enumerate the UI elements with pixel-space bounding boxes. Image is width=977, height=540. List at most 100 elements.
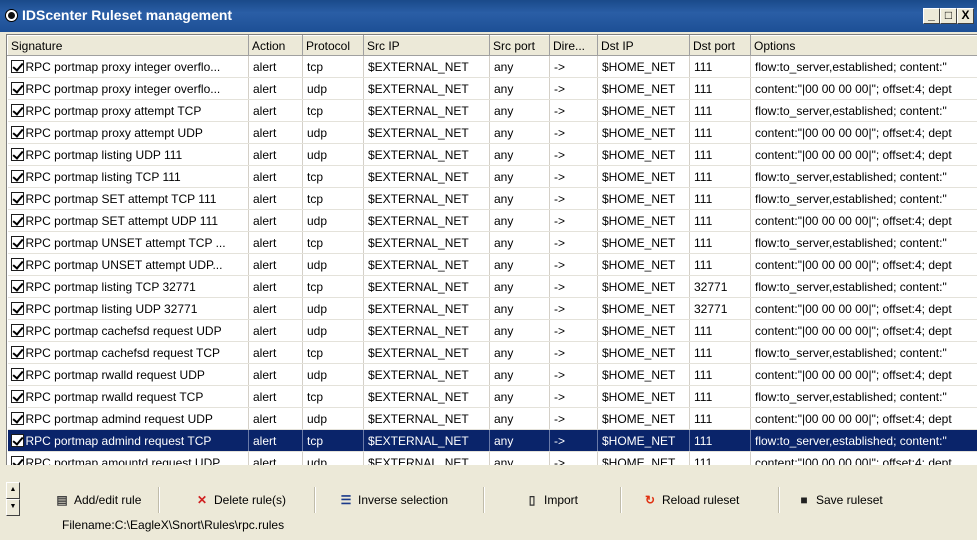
column-header[interactable]: Action — [248, 35, 303, 56]
reload-ruleset-label: Reload ruleset — [662, 493, 740, 507]
rule-enabled-checkbox[interactable] — [10, 367, 24, 381]
table-cell: 111 — [689, 209, 751, 232]
table-cell: $HOME_NET — [597, 275, 690, 298]
table-cell: -> — [549, 143, 598, 166]
table-row[interactable]: RPC portmap proxy attempt UDP alert udp $EX… — [7, 121, 977, 144]
table-row[interactable]: RPC portmap rwalld request UDP alert udp $E… — [7, 363, 977, 386]
table-cell: -> — [549, 55, 598, 78]
ruleset-table[interactable]: Signature Action Protocol Src IP Src port Dir… — [6, 34, 977, 465]
table-cell: flow:to_server,established; content:" — [750, 55, 977, 78]
table-cell: alert — [248, 451, 303, 465]
table-row[interactable]: RPC portmap cachefsd request TCP alert tcp… — [7, 341, 977, 364]
table-cell: udp — [302, 253, 364, 276]
column-header[interactable]: Options — [750, 35, 977, 56]
table-cell: -> — [549, 451, 598, 465]
add-edit-rule-button[interactable]: ▤ Add/edit rule — [54, 490, 141, 510]
table-cell: flow:to_server,established; content:" — [750, 231, 977, 254]
rule-enabled-checkbox[interactable] — [10, 455, 24, 465]
table-row[interactable]: RPC portmap SET attempt UDP 111 alert udp $… — [7, 209, 977, 232]
rule-enabled-checkbox[interactable] — [10, 411, 24, 425]
import-button[interactable]: ▯ Import — [524, 490, 578, 510]
row-spinner[interactable]: ▲ ▼ — [6, 482, 20, 516]
column-header[interactable]: Src IP — [363, 35, 490, 56]
table-cell: $EXTERNAL_NET — [363, 319, 490, 342]
table-row[interactable]: RPC portmap proxy integer overflo... aler… — [7, 77, 977, 100]
import-label: Import — [544, 493, 579, 507]
table-row[interactable]: RPC portmap UNSET attempt TCP ... alert tc… — [7, 231, 977, 254]
table-cell: any — [489, 407, 550, 430]
maximize-button[interactable]: □ — [940, 8, 957, 24]
column-header[interactable]: Dst port — [689, 35, 751, 56]
column-header[interactable]: Dire... — [549, 35, 598, 56]
column-header[interactable]: Signature — [7, 35, 249, 56]
close-button[interactable]: X — [957, 8, 974, 24]
rule-enabled-checkbox[interactable] — [10, 191, 24, 205]
table-cell: tcp — [302, 55, 364, 78]
table-cell: content:"|00 00 00 00|"; offset:4; dept — [750, 451, 977, 465]
table-cell: content:"|00 00 00 00|"; offset:4; dept — [750, 143, 977, 166]
rule-enabled-checkbox[interactable] — [10, 169, 24, 183]
rule-enabled-checkbox[interactable] — [10, 125, 24, 139]
column-header[interactable]: Dst IP — [597, 35, 690, 56]
rule-enabled-checkbox[interactable] — [10, 279, 24, 293]
inverse-selection-button[interactable]: ☰ Inverse selection — [338, 490, 448, 510]
signature-text: RPC portmap cachefsd request UDP — [25, 323, 222, 338]
signature-text: RPC portmap proxy integer overflo... — [25, 81, 221, 96]
rule-enabled-checkbox[interactable] — [10, 323, 24, 337]
signature-text: RPC portmap rwalld request TCP — [25, 389, 204, 404]
table-cell: alert — [248, 429, 303, 452]
table-row[interactable]: RPC portmap SET attempt TCP 111 alert tcp $… — [7, 187, 977, 210]
table-cell: 111 — [689, 385, 751, 408]
rule-enabled-checkbox[interactable] — [10, 147, 24, 161]
rule-enabled-checkbox[interactable] — [10, 389, 24, 403]
save-ruleset-button[interactable]: ■ Save ruleset — [796, 490, 882, 510]
delete-x-icon: ✕ — [196, 493, 208, 507]
table-row[interactable]: RPC portmap listing UDP 111 alert udp $EXTE… — [7, 143, 977, 166]
table-cell: tcp — [302, 385, 364, 408]
table-row[interactable]: RPC portmap rwalld request TCP alert tcp $E… — [7, 385, 977, 408]
scroll-down-arrow-icon[interactable]: ▼ — [6, 499, 20, 516]
table-row[interactable]: RPC portmap cachefsd request UDP alert udp… — [7, 319, 977, 342]
minimize-button[interactable]: _ — [923, 8, 940, 24]
table-cell: 111 — [689, 121, 751, 144]
reload-ruleset-button[interactable]: ↻ Reload ruleset — [642, 490, 739, 510]
table-cell: $HOME_NET — [597, 121, 690, 144]
table-cell: 111 — [689, 253, 751, 276]
rule-enabled-checkbox[interactable] — [10, 81, 24, 95]
table-row[interactable]: RPC portmap proxy integer overflo... aler… — [7, 55, 977, 78]
rule-enabled-checkbox[interactable] — [10, 213, 24, 227]
rule-enabled-checkbox[interactable] — [10, 257, 24, 271]
table-cell: any — [489, 77, 550, 100]
delete-rules-button[interactable]: ✕ Delete rule(s) — [194, 490, 286, 510]
table-cell: flow:to_server,established; content:" — [750, 385, 977, 408]
signature-text: RPC portmap listing TCP 111 — [25, 169, 181, 184]
table-row[interactable]: RPC portmap amountd request UDP alert udp $… — [7, 451, 977, 466]
table-cell: tcp — [302, 429, 364, 452]
signature-text: RPC portmap amountd request UDP — [25, 455, 221, 466]
table-row[interactable]: RPC portmap admind request TCP alert tcp $E… — [7, 429, 977, 452]
table-cell: $EXTERNAL_NET — [363, 209, 490, 232]
rule-enabled-checkbox[interactable] — [10, 433, 24, 447]
table-row[interactable]: RPC portmap proxy attempt TCP alert tcp $EX… — [7, 99, 977, 122]
column-header[interactable]: Src port — [489, 35, 550, 56]
table-cell: $HOME_NET — [597, 297, 690, 320]
table-row[interactable]: RPC portmap listing TCP 32771 alert tcp $EX… — [7, 275, 977, 298]
rule-enabled-checkbox[interactable] — [10, 103, 24, 117]
table-cell: -> — [549, 407, 598, 430]
scroll-up-arrow-icon[interactable]: ▲ — [6, 482, 20, 499]
table-row[interactable]: RPC portmap listing TCP 111 alert tcp $EXTE… — [7, 165, 977, 188]
table-row[interactable]: RPC portmap UNSET attempt UDP... alert udp… — [7, 253, 977, 276]
rule-enabled-checkbox[interactable] — [10, 301, 24, 315]
table-row[interactable]: RPC portmap listing UDP 32771 alert udp $EX… — [7, 297, 977, 320]
table-cell: -> — [549, 165, 598, 188]
rule-enabled-checkbox[interactable] — [10, 235, 24, 249]
table-cell: $EXTERNAL_NET — [363, 385, 490, 408]
title-bar[interactable]: IDScenter Ruleset management _ □ X — [0, 0, 977, 32]
table-row[interactable]: RPC portmap admind request UDP alert udp $E… — [7, 407, 977, 430]
rule-enabled-checkbox[interactable] — [10, 345, 24, 359]
rule-enabled-checkbox[interactable] — [10, 59, 24, 73]
table-cell: $HOME_NET — [597, 385, 690, 408]
table-cell: $EXTERNAL_NET — [363, 55, 490, 78]
column-header[interactable]: Protocol — [302, 35, 364, 56]
table-cell: content:"|00 00 00 00|"; offset:4; dept — [750, 121, 977, 144]
